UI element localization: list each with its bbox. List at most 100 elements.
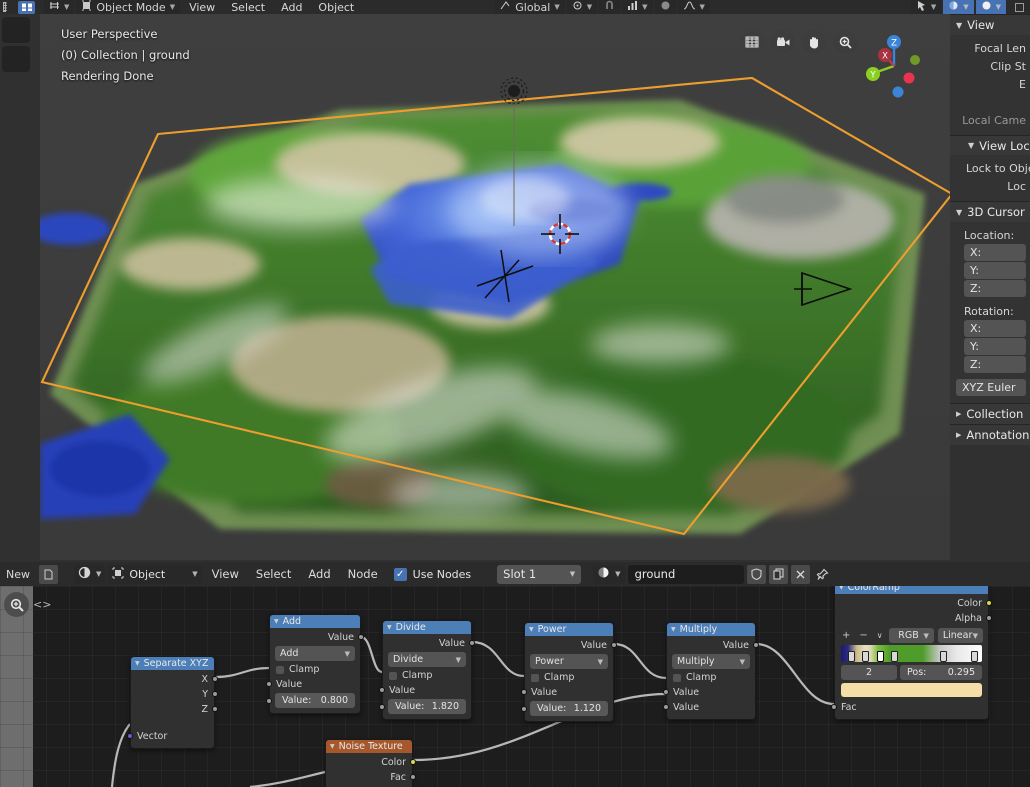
node-color-ramp[interactable]: ▼ ColorRamp Color Alpha + − ∨ RGB ▼ Line… — [831, 586, 992, 720]
checkbox-box[interactable] — [531, 673, 539, 682]
lock-to-object-row[interactable]: Lock to Obje — [950, 159, 1030, 177]
select-box-tool-button[interactable] — [2, 46, 30, 72]
editor-type-3dview-icon[interactable] — [18, 0, 35, 14]
ramp-stop-1[interactable] — [862, 651, 869, 662]
material-browse-dropdown[interactable]: ▼ — [593, 564, 625, 584]
chevron-down-icon[interactable]: ▼ — [64, 3, 69, 11]
clip-start-row[interactable]: Clip St — [950, 57, 1030, 75]
chevron-down-icon[interactable]: ▼ — [700, 3, 705, 11]
socket-row-noise-fac[interactable]: Fac — [326, 770, 416, 785]
ramp-selected-index-field[interactable]: 2 — [841, 665, 897, 680]
chevron-down-icon[interactable]: ▼ — [587, 3, 592, 11]
local-camera-row[interactable]: Local Came — [950, 111, 1030, 129]
ramp-stop-4[interactable] — [940, 651, 947, 662]
add-ramp-stop-button[interactable]: + — [842, 630, 850, 641]
color-ramp-gradient-bar[interactable] — [841, 645, 982, 662]
chevron-down-icon[interactable]: ▼ — [740, 658, 745, 666]
socket-in-multiply-value-1[interactable] — [663, 689, 669, 695]
socket-in-vector[interactable] — [127, 733, 133, 739]
checkbox-box[interactable] — [673, 673, 681, 682]
ramp-options-menu-button[interactable]: ∨ — [877, 631, 883, 640]
ramp-color-swatch[interactable] — [841, 683, 982, 697]
socket-in-divide-value-1[interactable] — [379, 687, 385, 693]
clip-end-row[interactable]: E — [950, 75, 1030, 93]
checkbox-box[interactable] — [276, 665, 284, 674]
chevron-down-icon[interactable]: ▼ — [570, 570, 575, 578]
falloff-curve-dropdown[interactable]: ▼ — [677, 0, 710, 14]
3d-viewport[interactable]: User Perspective (0) Collection | ground… — [40, 14, 950, 560]
socket-row-in-vector[interactable]: Vector — [127, 729, 214, 744]
ramp-stop-5[interactable] — [971, 651, 978, 662]
node-menu-view[interactable]: View — [205, 567, 246, 581]
socket-in-power-value-2[interactable] — [521, 706, 527, 712]
menu-view[interactable]: View — [182, 0, 222, 14]
socket-row-power-in1[interactable]: Value — [521, 685, 613, 700]
socket-row-out-z[interactable]: Z — [131, 702, 218, 717]
chevron-down-icon[interactable]: ▼ — [192, 570, 197, 578]
proportional-edit-dropdown[interactable]: ▼ — [622, 0, 653, 14]
focal-length-row[interactable]: Focal Len — [950, 39, 1030, 57]
socket-row-out-x[interactable]: X — [131, 672, 218, 687]
tweak-tool-button[interactable] — [2, 17, 30, 43]
panel-header-collection[interactable]: ▶ Collection — [950, 403, 1030, 424]
chevron-down-icon[interactable]: ▼ — [456, 656, 461, 664]
socket-in-ramp-fac[interactable] — [831, 704, 837, 710]
cursor-rotation-x-field[interactable]: X: — [964, 320, 1026, 337]
unlink-material-icon[interactable] — [790, 564, 810, 584]
select-mode-dropdown[interactable]: ▼ — [910, 0, 942, 14]
socket-row-divide-out[interactable]: Value — [383, 636, 475, 651]
node-math-add[interactable]: ▼ Add Value Add ▼ Clamp Value Value: 0.8… — [266, 614, 364, 714]
shader-type-dropdown[interactable]: Object ▼ — [108, 564, 202, 584]
snap-magnet-toggle[interactable] — [599, 0, 621, 14]
socket-in-divide-value-2[interactable] — [379, 704, 385, 710]
node-header-separate-xyz[interactable]: ▼ Separate XYZ — [131, 657, 214, 670]
ramp-interpolation-dropdown[interactable]: Linear ▼ — [937, 628, 984, 643]
ramp-stop-0[interactable] — [848, 651, 855, 662]
new-material-button[interactable]: New — [0, 568, 36, 581]
clamp-checkbox-multiply[interactable]: Clamp — [667, 670, 755, 685]
node-header-divide[interactable]: ▼ Divide — [383, 621, 471, 634]
node-header-power[interactable]: ▼ Power — [525, 623, 613, 636]
shading-material-toggle[interactable]: ▼ — [943, 0, 974, 14]
socket-row-ramp-alpha[interactable]: Alpha — [835, 611, 992, 626]
chevron-down-icon[interactable]: ▼ — [931, 3, 936, 11]
panel-header-3d-cursor[interactable]: ▼ 3D Cursor — [950, 201, 1030, 222]
socket-in-power-value-1[interactable] — [521, 689, 527, 695]
move-view-hand-icon[interactable] — [802, 30, 826, 54]
node-header-color-ramp[interactable]: ▼ ColorRamp — [835, 586, 988, 594]
socket-row-out-y[interactable]: Y — [131, 687, 218, 702]
pin-icon[interactable] — [813, 565, 833, 584]
cursor-rotation-mode-dropdown[interactable]: XYZ Euler — [956, 379, 1026, 396]
node-header-multiply[interactable]: ▼ Multiply — [667, 623, 755, 636]
socket-out-x[interactable] — [212, 676, 218, 682]
fake-user-shield-icon[interactable] — [746, 564, 766, 584]
chevron-down-icon[interactable]: ▼ — [923, 632, 928, 640]
remove-ramp-stop-button[interactable]: − — [859, 630, 867, 641]
cursor-rotation-z-field[interactable]: Z: — [964, 356, 1026, 373]
operation-dropdown-multiply[interactable]: Multiply ▼ — [672, 654, 750, 669]
node-header-add[interactable]: ▼ Add — [270, 615, 360, 628]
node-math-divide[interactable]: ▼ Divide Value Divide ▼ Clamp Value Valu… — [379, 620, 475, 720]
lock-location-row[interactable]: Loc — [950, 177, 1030, 195]
falloff-dropdown[interactable] — [654, 0, 676, 14]
toggle-camera-grid-icon[interactable] — [740, 30, 764, 54]
chevron-down-icon[interactable]: ▼ — [96, 570, 101, 578]
material-name-field[interactable]: ground — [627, 564, 744, 584]
shading-rendered-toggle[interactable]: ▼ — [975, 0, 1006, 14]
socket-out-divide-value[interactable] — [469, 640, 475, 646]
socket-row-multiply-out[interactable]: Value — [667, 638, 759, 653]
duplicate-material-icon[interactable] — [768, 564, 788, 584]
navigation-gizmo[interactable]: Z X Y — [858, 30, 930, 102]
operation-dropdown-add[interactable]: Add ▼ — [275, 646, 355, 661]
ramp-position-field[interactable]: Pos: 0.295 — [900, 665, 982, 680]
pivot-point-dropdown[interactable]: ▼ — [566, 0, 598, 14]
socket-row-divide-in1[interactable]: Value — [379, 683, 471, 698]
socket-out-add-value[interactable] — [358, 634, 364, 640]
snap-tool-icon[interactable] — [49, 0, 60, 14]
node-menu-add[interactable]: Add — [301, 567, 337, 581]
cursor-location-y-field[interactable]: Y: — [964, 262, 1026, 279]
expand-sidebar-icon[interactable]: <> — [31, 598, 53, 611]
clamp-checkbox-add[interactable]: Clamp — [270, 662, 360, 677]
shader-node-editor[interactable]: ▼ Separate XYZ X Y Z Vector ▼ Add Value … — [0, 586, 1030, 787]
node-menu-select[interactable]: Select — [249, 567, 298, 581]
